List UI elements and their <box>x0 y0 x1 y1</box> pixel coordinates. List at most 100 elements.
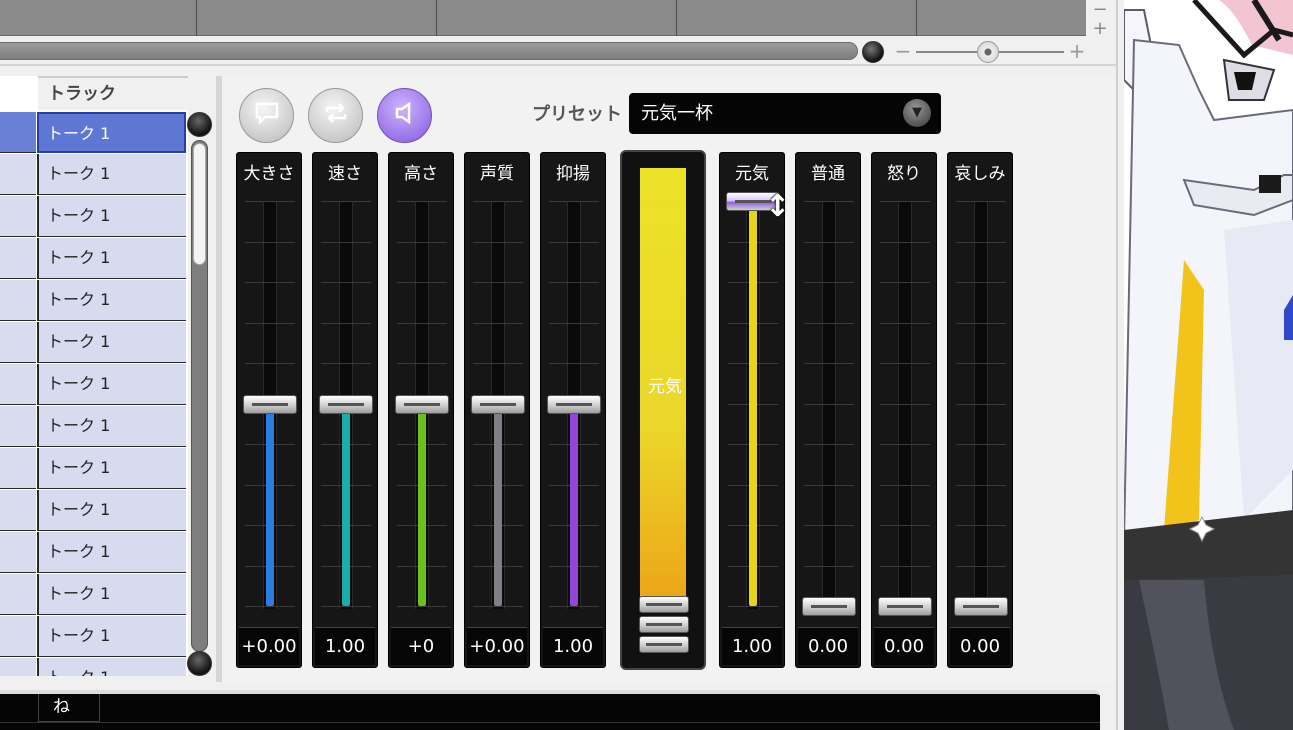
param-slider[interactable]: 声質 +0.00 <box>464 152 530 668</box>
track-row-name[interactable]: トーク 1 <box>37 112 186 153</box>
track-row[interactable]: トーク 1 <box>0 406 188 448</box>
track-row-name[interactable]: トーク 1 <box>37 196 186 237</box>
param-value[interactable]: 1.00 <box>543 627 603 665</box>
scroll-track[interactable] <box>191 140 208 652</box>
emotion-slider[interactable]: 哀しみ 0.00 <box>947 152 1013 668</box>
track-row-name[interactable]: トーク 1 <box>37 364 186 405</box>
zoom-in-button[interactable]: + <box>1068 40 1086 62</box>
track-row-marker[interactable] <box>0 238 36 279</box>
track-row[interactable]: トーク 1 <box>0 112 188 154</box>
track-row-name[interactable]: トーク 1 <box>37 616 186 657</box>
emotion-knob[interactable] <box>954 597 1008 616</box>
param-value[interactable]: +0.00 <box>467 627 527 665</box>
talk-button[interactable] <box>239 88 294 143</box>
emotion-slider[interactable]: 元気 1.00 <box>719 152 785 668</box>
slider-tick <box>956 282 1006 283</box>
track-row-name[interactable]: トーク 1 <box>37 490 186 531</box>
emotion-groove[interactable] <box>822 201 836 609</box>
track-row-name[interactable]: トーク 1 <box>37 406 186 447</box>
track-row[interactable]: トーク 1 <box>0 448 188 490</box>
track-row[interactable]: トーク 1 <box>0 616 188 658</box>
emotion-knob[interactable] <box>802 597 856 616</box>
track-row-marker[interactable] <box>0 658 36 676</box>
track-row[interactable]: トーク 1 <box>0 574 188 616</box>
slider-tick <box>880 565 930 567</box>
param-knob[interactable] <box>471 394 525 414</box>
track-row[interactable]: トーク 1 <box>0 490 188 532</box>
horizontal-scrollbar[interactable] <box>0 42 858 60</box>
track-row[interactable]: トーク 1 <box>0 322 188 364</box>
param-knob[interactable] <box>547 394 601 414</box>
track-vertical-scrollbar[interactable] <box>187 110 212 677</box>
param-slider[interactable]: 速さ 1.00 <box>312 152 378 668</box>
emotion-value[interactable]: 0.00 <box>950 627 1010 665</box>
param-knob[interactable] <box>319 394 373 414</box>
track-row-marker[interactable] <box>0 532 36 573</box>
emotion-groove[interactable] <box>974 201 988 609</box>
emotion-knob[interactable] <box>878 597 932 616</box>
param-value[interactable]: +0 <box>391 627 451 665</box>
track-row[interactable]: トーク 1 <box>0 364 188 406</box>
slider-tick <box>473 363 523 364</box>
phoneme-cell[interactable]: ね <box>38 694 100 722</box>
emotion-value[interactable]: 1.00 <box>722 627 782 665</box>
slider-tick <box>880 444 930 445</box>
track-row[interactable]: トーク 1 <box>0 154 188 196</box>
param-slider[interactable]: 抑揚 1.00 <box>540 152 606 668</box>
track-row-name[interactable]: トーク 1 <box>37 532 186 573</box>
track-row-name[interactable]: トーク 1 <box>37 658 186 676</box>
param-slider[interactable]: 高さ +0 <box>388 152 454 668</box>
track-row[interactable]: トーク 1 <box>0 280 188 322</box>
row-plus-button[interactable]: + <box>1088 19 1112 38</box>
scroll-down-button[interactable] <box>187 651 212 676</box>
track-row-marker[interactable] <box>0 574 36 615</box>
slider-tick <box>804 565 854 567</box>
emotion-value[interactable]: 0.00 <box>798 627 858 665</box>
param-value[interactable]: 1.00 <box>315 627 375 665</box>
track-row[interactable]: トーク 1 <box>0 196 188 238</box>
emotion-slider[interactable]: 普通 0.00 <box>795 152 861 668</box>
param-knob[interactable] <box>243 394 297 414</box>
emotion-total-knob[interactable] <box>639 636 689 653</box>
emotion-total-knob[interactable] <box>639 596 689 613</box>
scroll-up-button[interactable] <box>187 112 212 137</box>
zoom-out-button[interactable]: − <box>894 40 912 62</box>
emotion-total-knob[interactable] <box>639 616 689 633</box>
track-row-marker[interactable] <box>0 616 36 657</box>
track-row-marker[interactable] <box>0 280 36 321</box>
track-row[interactable]: トーク 1 <box>0 658 188 676</box>
emotion-groove[interactable] <box>898 201 912 609</box>
zoom-slider-knob[interactable] <box>977 41 999 63</box>
track-row-marker[interactable] <box>0 154 36 195</box>
track-row-marker[interactable] <box>0 112 36 153</box>
slider-tick <box>397 322 447 324</box>
emotion-value[interactable]: 0.00 <box>874 627 934 665</box>
loop-button[interactable] <box>308 88 363 143</box>
horizontal-scroll-row: − + <box>0 38 1116 66</box>
track-row-marker[interactable] <box>0 448 36 489</box>
track-row-marker[interactable] <box>0 196 36 237</box>
param-value[interactable]: +0.00 <box>239 627 299 665</box>
track-row-name[interactable]: トーク 1 <box>37 574 186 615</box>
track-row-name[interactable]: トーク 1 <box>37 154 186 195</box>
scroll-right-button[interactable] <box>862 41 884 63</box>
track-row-marker[interactable] <box>0 490 36 531</box>
speaker-button[interactable] <box>377 88 432 143</box>
track-row-name[interactable]: トーク 1 <box>37 280 186 321</box>
track-row[interactable]: トーク 1 <box>0 532 188 574</box>
emotion-slider[interactable]: 怒り 0.00 <box>871 152 937 668</box>
track-row-marker[interactable] <box>0 322 36 363</box>
triangle-down-icon[interactable]: ▼ <box>903 99 931 127</box>
slider-tick <box>321 363 371 364</box>
row-minus-button[interactable]: − <box>1088 0 1112 19</box>
track-row-name[interactable]: トーク 1 <box>37 238 186 279</box>
track-row-name[interactable]: トーク 1 <box>37 322 186 363</box>
track-row-marker[interactable] <box>0 364 36 405</box>
scroll-thumb[interactable] <box>193 143 206 265</box>
param-knob[interactable] <box>395 394 449 414</box>
track-row-name[interactable]: トーク 1 <box>37 448 186 489</box>
track-row[interactable]: トーク 1 <box>0 238 188 280</box>
preset-select[interactable]: 元気一杯 ▼ <box>629 93 941 134</box>
param-slider[interactable]: 大きさ +0.00 <box>236 152 302 668</box>
track-row-marker[interactable] <box>0 406 36 447</box>
